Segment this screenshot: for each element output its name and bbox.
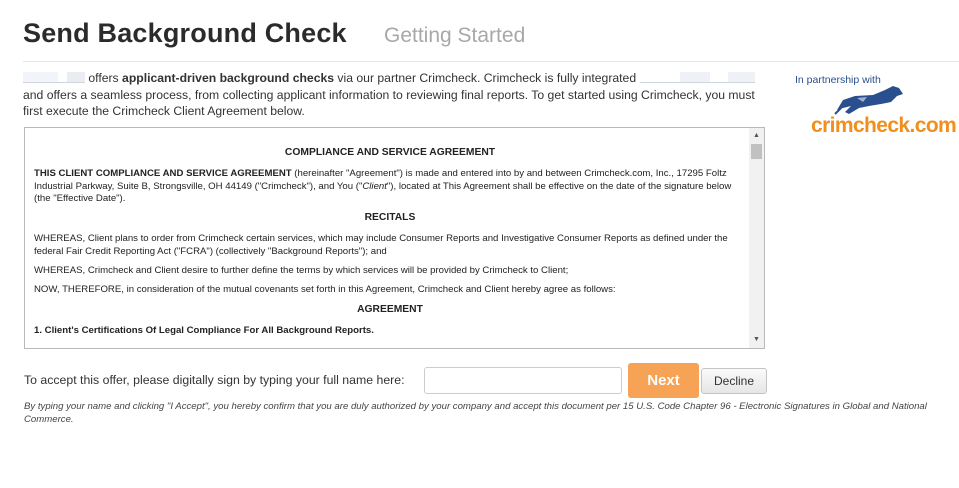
redacted-product-name [639,72,755,83]
agreement-heading: COMPLIANCE AND SERVICE AGREEMENT [284,147,496,158]
intro-part2: via our partner Crimcheck. Crimcheck is … [334,71,637,85]
full-name-input[interactable] [424,367,622,394]
redacted-company-name [23,72,85,83]
agreement-client-term: Client [362,180,387,192]
recitals-heading: RECITALS [364,212,416,224]
recital-3: NOW, THEREFORE, in consideration of the … [34,284,616,296]
intro-part1: offers [88,71,123,85]
page-title: Send Background Check [23,18,347,48]
legal-disclaimer: By typing your name and clicking "I Acce… [24,401,927,425]
recital-2: WHEREAS, Crimcheck and Client desire to … [34,265,569,277]
bloodhound-icon [834,86,903,115]
intro-part3: and offers a seamless process, from coll… [23,87,755,119]
agreement-intro-paragraph: THIS CLIENT COMPLIANCE AND SERVICE AGREE… [34,168,746,205]
agreement-scrollbar[interactable]: ▲ ▼ [749,128,764,348]
intro-bold: applicant-driven background checks [122,71,335,85]
page-subtitle: Getting Started [384,24,526,47]
agreement-content: COMPLIANCE AND SERVICE AGREEMENT THIS CL… [34,147,746,344]
recital-1: WHEREAS, Client plans to order from Crim… [34,233,728,257]
scroll-down-arrow-icon[interactable]: ▼ [749,334,764,346]
scroll-up-arrow-icon[interactable]: ▲ [749,130,764,142]
signature-label: To accept this offer, please digitally s… [24,373,405,387]
section-1-heading: 1. Client's Certifications Of Legal Comp… [34,324,374,336]
logo-wordmark: crimcheck.com [811,114,957,137]
next-button[interactable]: Next [628,363,699,398]
intro-text: offers applicant-driven background check… [23,70,758,120]
header-divider [23,61,959,62]
scroll-thumb[interactable] [751,144,762,159]
agreement-section-heading: AGREEMENT [357,303,423,315]
crimcheck-partner-logo: In partnership with crimcheck.com [795,72,957,142]
agreement-box[interactable]: COMPLIANCE AND SERVICE AGREEMENT THIS CL… [24,127,765,349]
agreement-intro-bold: THIS CLIENT COMPLIANCE AND SERVICE AGREE… [34,168,292,180]
decline-button[interactable]: Decline [701,368,767,394]
